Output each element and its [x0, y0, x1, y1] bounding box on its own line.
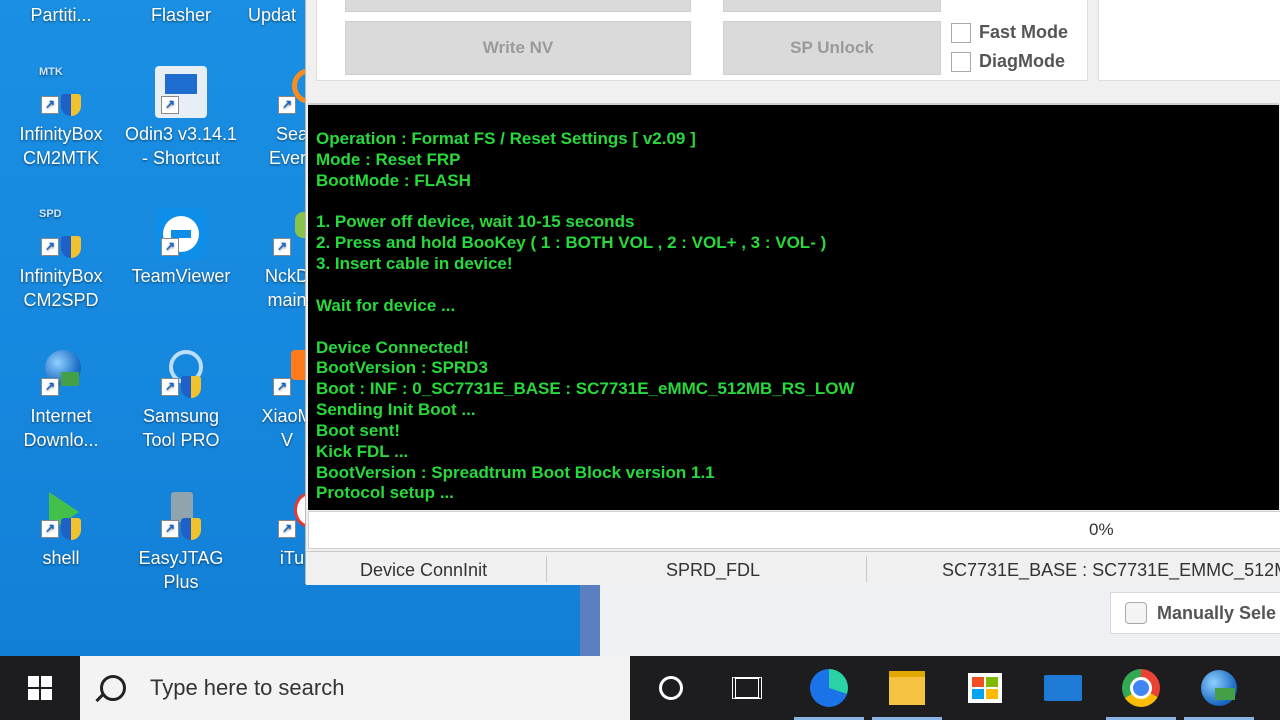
top-button-right[interactable]	[723, 0, 941, 12]
status-bar: Device ConnInit SPRD_FDL SC7731E_BASE : …	[306, 551, 1280, 585]
desktop-icon-label: Updat	[247, 5, 297, 25]
operations-panel: Write NV SP Unlock Fast Mode DiagMode	[316, 0, 1088, 81]
start-button[interactable]	[0, 656, 80, 720]
console-line: Sending Init Boot ...	[316, 400, 476, 420]
desktop-icon-odin3[interactable]: ↗ Odin3 v3.14.1 - Shortcut	[122, 66, 240, 170]
taskbar: Type here to search	[0, 656, 1280, 720]
console-line: Operation : Format FS / Reset Settings […	[316, 129, 696, 148]
console-line: 3. Insert cable in device!	[316, 254, 513, 274]
manually-select-checkbox[interactable]: Manually Sele	[1110, 592, 1280, 634]
teamviewer-icon: ↗	[155, 208, 207, 260]
desktop-icon-update[interactable]: Updat	[232, 3, 312, 27]
store-icon[interactable]	[946, 656, 1024, 720]
edge-icon[interactable]	[790, 656, 868, 720]
desktop-icon-label: shell	[42, 548, 80, 568]
background-window-body: Manually Sele	[600, 584, 1280, 656]
desktop-icon-label: CM2SPD	[23, 290, 99, 310]
side-panel	[1098, 0, 1280, 81]
desktop-icon-partition[interactable]: Partiti...	[2, 3, 120, 27]
desktop-icon-label: Tool PRO	[142, 430, 220, 450]
console-line: Wait for device ...	[316, 295, 456, 315]
odin-icon: ↗	[155, 66, 207, 118]
mail-icon[interactable]	[1024, 656, 1102, 720]
console-line: BootMode : FLASH	[316, 170, 471, 190]
desktop-icon-label: InfinityBox	[19, 124, 103, 144]
desktop-icon-flasher[interactable]: Flasher	[122, 3, 240, 27]
checkbox-box[interactable]	[951, 51, 971, 72]
checkbox-box[interactable]	[1125, 602, 1147, 624]
desktop-icon-label: EasyJTAG	[138, 548, 224, 568]
progress-percent: 0%	[1089, 520, 1114, 539]
console-line: BootVersion : SPRD3	[316, 358, 488, 378]
top-button-left[interactable]	[345, 0, 691, 12]
windows-icon	[28, 676, 52, 700]
chrome-icon[interactable]	[1102, 656, 1180, 720]
desktop-icon-samsung-tool-pro[interactable]: ↗ Samsung Tool PRO	[122, 348, 240, 452]
sp-unlock-button[interactable]: SP Unlock	[723, 21, 941, 75]
shell-play-icon: ↗	[35, 490, 87, 542]
cortana-icon[interactable]	[632, 656, 710, 720]
idm-globe-icon: ↗	[35, 348, 87, 400]
diag-mode-checkbox[interactable]: DiagMode	[951, 51, 1065, 72]
icon-badge: MTK	[39, 66, 63, 78]
tool-window: Write NV SP Unlock Fast Mode DiagMode Op…	[305, 0, 1280, 585]
desktop-icon-label: Samsung	[142, 406, 220, 426]
desktop-icon-label: Plus	[163, 572, 199, 592]
desktop-icon-teamviewer[interactable]: ↗ TeamViewer	[122, 208, 240, 288]
search-placeholder: Type here to search	[150, 675, 345, 700]
desktop-icon-label: Odin3 v3.14.1	[124, 124, 238, 144]
desktop-icon-label: Internet	[30, 406, 92, 426]
log-console: Operation : Format FS / Reset Settings […	[308, 103, 1279, 510]
infinitybox-icon: MTK ↗	[35, 66, 87, 118]
status-protocol: SPRD_FDL	[666, 560, 761, 580]
desktop-icon-label: - Shortcut	[141, 148, 221, 168]
desktop-icon-label: Flasher	[150, 5, 212, 25]
nck-icon: ↗	[267, 208, 313, 260]
console-line: Mode : Reset FRP	[316, 149, 461, 169]
file-explorer-icon[interactable]	[868, 656, 946, 720]
desktop-icon-label: CM2MTK	[23, 148, 99, 168]
console-line: Device Connected!	[316, 337, 470, 357]
desktop-icon-label: TeamViewer	[131, 266, 231, 286]
status-chip-info: SC7731E_BASE : SC7731E_EMMC_512MB	[942, 560, 1280, 580]
fast-mode-checkbox[interactable]: Fast Mode	[951, 22, 1068, 43]
desktop-icon-internet-download[interactable]: ↗ Internet Downlo...	[2, 348, 120, 452]
manually-select-label: Manually Sele	[1157, 602, 1277, 623]
console-line: Protocol setup ...	[316, 483, 454, 503]
write-nv-button[interactable]: Write NV	[345, 21, 691, 75]
desktop-icon-infinitybox-cm2mtk[interactable]: MTK ↗ InfinityBox CM2MTK	[2, 66, 120, 170]
icon-badge: SPD	[39, 208, 62, 220]
console-line: 1. Power off device, wait 10-15 seconds	[316, 212, 635, 232]
diag-mode-label: DiagMode	[979, 51, 1066, 71]
desktop-icon-shell[interactable]: ↗ shell	[2, 490, 120, 570]
easyjtag-icon: ↗	[155, 490, 207, 542]
status-connection: Device ConnInit	[360, 560, 488, 580]
samsung-tool-icon: ↗	[155, 348, 207, 400]
console-line: 2. Press and hold BooKey ( 1 : BOTH VOL …	[316, 233, 827, 253]
infinitybox-icon: SPD ↗	[35, 208, 87, 260]
xiaomi-icon: ↗	[267, 348, 313, 400]
desktop-icon-label: Downlo...	[23, 430, 99, 450]
console-line: Boot sent!	[316, 420, 401, 440]
desktop-icon-label: Partiti...	[30, 5, 92, 25]
search-icon	[100, 675, 126, 701]
desktop-icon-infinitybox-cm2spd[interactable]: SPD ↗ InfinityBox CM2SPD	[2, 208, 120, 312]
app-globe-icon[interactable]	[1180, 656, 1258, 720]
taskbar-search-box[interactable]: Type here to search	[80, 656, 630, 720]
progress-bar: 0%	[308, 511, 1280, 549]
console-line: Kick FDL ...	[316, 441, 409, 461]
checkbox-box[interactable]	[951, 22, 971, 43]
desktop-icon-label: InfinityBox	[19, 266, 103, 286]
desktop-icon-easyjtag[interactable]: ↗ EasyJTAG Plus	[122, 490, 240, 594]
background-window: Manually Sele	[580, 584, 1280, 656]
task-view-icon[interactable]	[708, 656, 786, 720]
fast-mode-label: Fast Mode	[979, 22, 1069, 42]
console-line: Boot : INF : 0_SC7731E_BASE : SC7731E_eM…	[316, 379, 855, 399]
console-line: BootVersion : Spreadtrum Boot Block vers…	[316, 462, 715, 482]
